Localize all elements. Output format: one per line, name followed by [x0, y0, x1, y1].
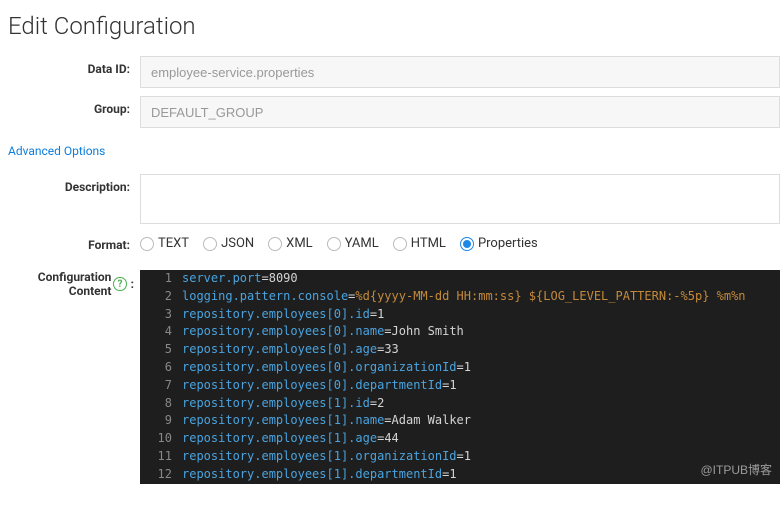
line-number: 4: [140, 323, 182, 341]
advanced-options-link[interactable]: Advanced Options: [0, 136, 780, 166]
format-radio-yaml[interactable]: YAML: [327, 236, 379, 251]
data-id-label: Data ID:: [0, 56, 140, 76]
line-code: repository.employees[1].age=44: [182, 430, 780, 448]
radio-label: YAML: [345, 236, 379, 251]
code-line: 11repository.employees[1].organizationId…: [140, 448, 780, 466]
description-input[interactable]: [140, 174, 780, 224]
radio-icon: [327, 237, 341, 251]
line-code: repository.employees[1].id=2: [182, 395, 780, 413]
line-code: logging.pattern.console=%d{yyyy-MM-dd HH…: [182, 288, 780, 306]
code-line: 1server.port=8090: [140, 270, 780, 288]
line-number: 2: [140, 288, 182, 306]
radio-icon: [140, 237, 154, 251]
line-number: 11: [140, 448, 182, 466]
code-line: 5repository.employees[0].age=33: [140, 341, 780, 359]
radio-label: TEXT: [158, 236, 189, 251]
code-line: 9repository.employees[1].name=Adam Walke…: [140, 412, 780, 430]
code-line: 4repository.employees[0].name=John Smith: [140, 323, 780, 341]
format-radio-text[interactable]: TEXT: [140, 236, 189, 251]
radio-icon: [268, 237, 282, 251]
data-id-input[interactable]: [140, 56, 780, 88]
format-radio-json[interactable]: JSON: [203, 236, 254, 251]
code-editor[interactable]: 1server.port=80902logging.pattern.consol…: [140, 270, 780, 484]
watermark: @ITPUB博客: [700, 462, 772, 480]
line-number: 5: [140, 341, 182, 359]
line-code: repository.employees[1].name=Adam Walker: [182, 412, 780, 430]
line-number: 6: [140, 359, 182, 377]
help-icon[interactable]: ?: [113, 277, 126, 291]
group-input[interactable]: [140, 96, 780, 128]
format-radio-properties[interactable]: Properties: [460, 236, 538, 251]
line-code: repository.employees[0].organizationId=1: [182, 359, 780, 377]
code-line: 12repository.employees[1].departmentId=1: [140, 466, 780, 484]
line-code: repository.employees[1].departmentId=1: [182, 466, 780, 484]
colon: :: [129, 277, 134, 291]
line-number: 7: [140, 377, 182, 395]
line-number: 12: [140, 466, 182, 484]
code-line: 7repository.employees[0].departmentId=1: [140, 377, 780, 395]
radio-label: XML: [286, 236, 313, 251]
line-number: 1: [140, 270, 182, 288]
radio-label: HTML: [411, 236, 446, 251]
radio-icon: [203, 237, 217, 251]
code-line: 10repository.employees[1].age=44: [140, 430, 780, 448]
group-label: Group:: [0, 96, 140, 116]
line-code: repository.employees[0].name=John Smith: [182, 323, 780, 341]
page-title: Edit Configuration: [0, 0, 780, 48]
code-line: 2logging.pattern.console=%d{yyyy-MM-dd H…: [140, 288, 780, 306]
format-radio-group: TEXT JSON XML YAML HTML Properties: [140, 232, 548, 251]
code-line: 3repository.employees[0].id=1: [140, 306, 780, 324]
radio-icon: [393, 237, 407, 251]
config-content-label: Configuration Content ? :: [0, 270, 140, 298]
line-number: 3: [140, 306, 182, 324]
radio-label: JSON: [221, 236, 254, 251]
line-number: 8: [140, 395, 182, 413]
description-label: Description:: [0, 174, 140, 194]
code-line: 6repository.employees[0].organizationId=…: [140, 359, 780, 377]
radio-label: Properties: [478, 236, 538, 251]
line-code: repository.employees[0].departmentId=1: [182, 377, 780, 395]
line-code: repository.employees[0].id=1: [182, 306, 780, 324]
line-number: 9: [140, 412, 182, 430]
line-code: repository.employees[1].organizationId=1: [182, 448, 780, 466]
line-number: 10: [140, 430, 182, 448]
code-line: 8repository.employees[1].id=2: [140, 395, 780, 413]
format-label: Format:: [0, 232, 140, 252]
format-radio-xml[interactable]: XML: [268, 236, 313, 251]
format-radio-html[interactable]: HTML: [393, 236, 446, 251]
line-code: repository.employees[0].age=33: [182, 341, 780, 359]
radio-icon: [460, 237, 474, 251]
line-code: server.port=8090: [182, 270, 780, 288]
